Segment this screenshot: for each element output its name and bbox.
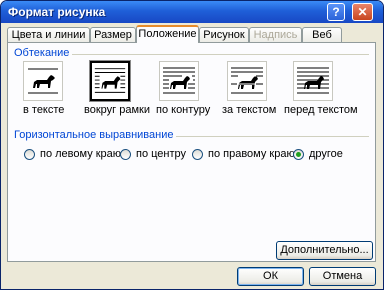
wrap-tight-label: по контуру	[156, 104, 211, 116]
tab-label: Положение	[138, 28, 197, 40]
wrap-behind-button[interactable]	[227, 61, 267, 101]
tab-label: Рисунок	[203, 29, 245, 41]
alignment-group-label: Горизонтальное выравнивание	[14, 129, 177, 141]
format-picture-dialog: Формат рисунка ? ✕ Цвета и линии Размер …	[0, 0, 384, 290]
wrap-square-label: вокруг рамки	[84, 104, 150, 116]
tab-picture[interactable]: Рисунок	[199, 27, 249, 42]
dialog-title: Формат рисунка	[8, 5, 106, 19]
tab-size[interactable]: Размер	[90, 27, 136, 42]
tab-text-box: Надпись	[249, 27, 302, 42]
square-dog-icon	[94, 68, 126, 93]
position-tab-panel: Обтекание в тексте вокруг рамки по конту…	[7, 42, 376, 262]
help-icon: ?	[332, 5, 340, 19]
tab-web[interactable]: Веб	[302, 27, 342, 42]
tab-label: Надпись	[253, 29, 298, 41]
behind-dog-icon	[231, 67, 263, 94]
wrap-front-button[interactable]	[293, 61, 333, 101]
tab-colors-lines[interactable]: Цвета и линии	[7, 27, 90, 42]
tab-label: Веб	[312, 29, 332, 41]
align-right-label[interactable]: по правому краю	[208, 148, 295, 160]
align-other-label[interactable]: другое	[309, 148, 343, 160]
tight-dog-icon	[163, 67, 195, 94]
tab-position[interactable]: Положение	[136, 25, 199, 43]
wrap-behind-label: за текстом	[222, 104, 277, 116]
align-left-label[interactable]: по левому краю	[40, 148, 121, 160]
wrap-square-button[interactable]	[89, 60, 131, 102]
wrap-inline-label: в тексте	[23, 104, 65, 116]
advanced-button[interactable]: Дополнительно...	[276, 241, 373, 260]
align-center-radio[interactable]	[120, 149, 131, 160]
tab-label: Размер	[94, 29, 132, 41]
front-dog-icon	[297, 67, 329, 94]
close-icon: ✕	[357, 5, 368, 19]
ok-button-label: ОК	[263, 270, 278, 282]
cancel-button[interactable]: Отмена	[309, 267, 376, 286]
inline-dog-icon	[28, 68, 58, 94]
wrapping-group-label: Обтекание	[14, 47, 73, 59]
align-center-label[interactable]: по центру	[136, 148, 186, 160]
align-other-radio[interactable]	[293, 149, 304, 160]
align-right-radio[interactable]	[192, 149, 203, 160]
wrap-tight-button[interactable]	[159, 61, 199, 101]
ok-button[interactable]: ОК	[237, 267, 304, 286]
help-button[interactable]: ?	[327, 3, 345, 21]
title-bar[interactable]: Формат рисунка ? ✕	[1, 1, 383, 23]
tab-label: Цвета и линии	[11, 29, 86, 41]
wrap-inline-button[interactable]	[23, 61, 63, 101]
advanced-button-label: Дополнительно...	[280, 244, 369, 256]
wrap-front-label: перед текстом	[284, 104, 358, 116]
cancel-button-label: Отмена	[322, 270, 363, 282]
align-left-radio[interactable]	[24, 149, 35, 160]
close-button[interactable]: ✕	[352, 3, 373, 21]
